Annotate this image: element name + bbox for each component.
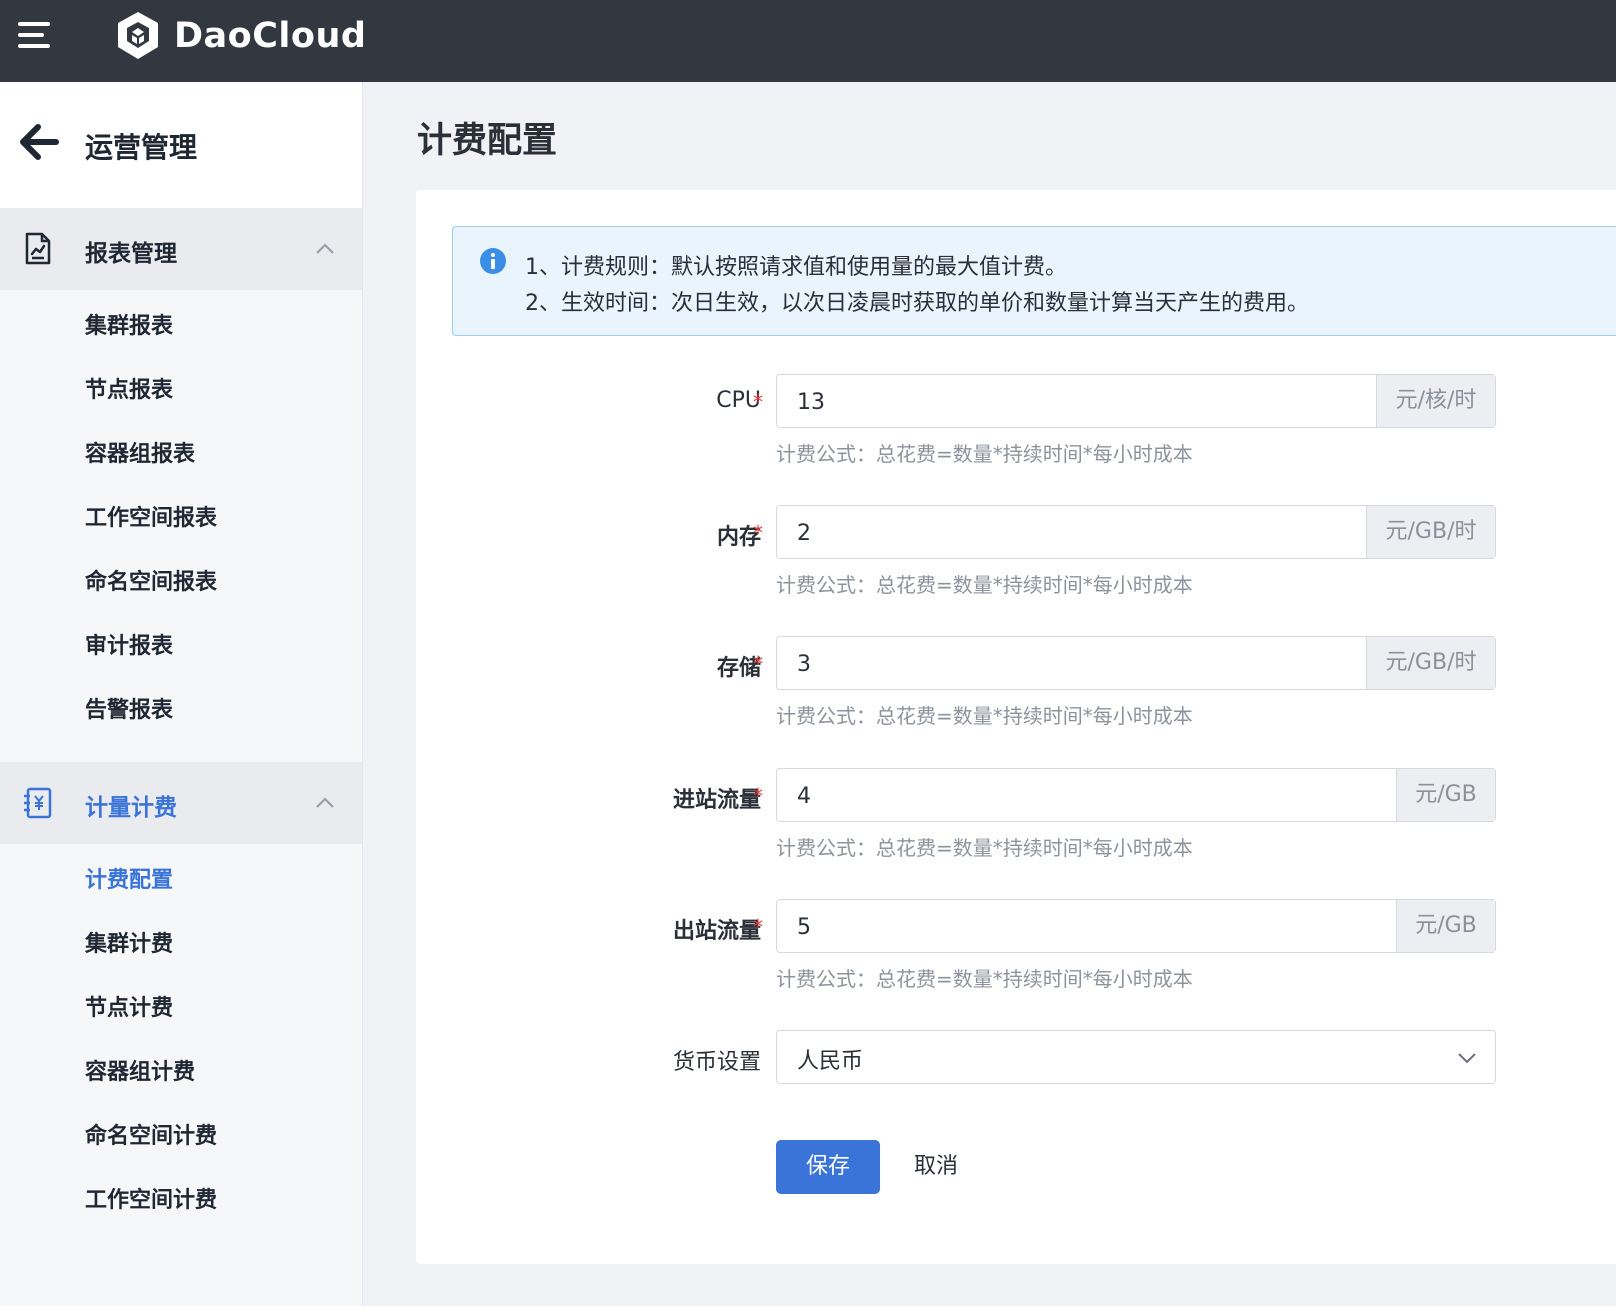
sidebar-group-reports[interactable]: 报表管理 [0, 208, 362, 290]
unit-suffix: 元/GB [1396, 769, 1495, 821]
sidebar-item-billing-config[interactable]: 计费配置 [85, 862, 173, 894]
form-row-egress: 出站流量 * 元/GB 计费公式：总花费=数量*持续时间*每小时成本 [416, 899, 1616, 1029]
unit-suffix: 元/核/时 [1376, 375, 1495, 427]
cancel-button[interactable]: 取消 [914, 1140, 984, 1194]
sidebar-group-billing[interactable]: 计量计费 [0, 762, 362, 844]
required-mark: * [753, 652, 763, 676]
ingress-price-field: 元/GB [776, 768, 1496, 823]
sidebar-item-namespace-billing[interactable]: 命名空间计费 [85, 1118, 217, 1150]
sidebar-item-pod-billing[interactable]: 容器组计费 [85, 1054, 195, 1086]
egress-price-input[interactable] [777, 900, 1389, 954]
billing-config-card: 1、计费规则：默认按照请求值和使用量的最大值计费。 2、生效时间：次日生效，以次… [416, 190, 1616, 1264]
back-arrow-icon[interactable] [18, 122, 60, 162]
currency-select[interactable]: 人民币 [776, 1030, 1496, 1084]
field-label: 进站流量 [672, 788, 761, 813]
form-row-memory: 内存 * 元/GB/时 计费公式：总花费=数量*持续时间*每小时成本 [416, 505, 1616, 635]
chevron-up-icon[interactable] [315, 796, 335, 810]
form-row-currency: 货币设置 人民币 [416, 1030, 1616, 1090]
storage-price-field: 元/GB/时 [776, 636, 1496, 691]
cpu-price-field: 元/核/时 [776, 374, 1496, 429]
memory-price-field: 元/GB/时 [776, 505, 1496, 560]
currency-value: 人民币 [797, 1049, 864, 1074]
sidebar-item-workspace-billing[interactable]: 工作空间计费 [85, 1182, 217, 1214]
sidebar-item-pod-report[interactable]: 容器组报表 [85, 436, 195, 468]
storage-price-input[interactable] [777, 637, 1359, 691]
required-mark: * [753, 915, 763, 939]
unit-suffix: 元/GB [1396, 900, 1495, 952]
daocloud-logo-icon [118, 12, 158, 59]
sidebar-item-cluster-report[interactable]: 集群报表 [85, 308, 173, 340]
alert-line-2: 2、生效时间：次日生效，以次日凌晨时获取的单价和数量计算当天产生的费用。 [525, 291, 1309, 316]
formula-hint: 计费公式：总花费=数量*持续时间*每小时成本 [776, 967, 1193, 991]
save-button[interactable]: 保存 [776, 1140, 880, 1194]
sidebar-group-label: 计量计费 [85, 795, 177, 821]
cpu-price-input[interactable] [777, 375, 1359, 429]
egress-price-field: 元/GB [776, 899, 1496, 954]
unit-suffix: 元/GB/时 [1366, 506, 1495, 558]
sidebar: 运营管理 报表管理 集群报表 节点报表 容器组报表 工作空间报表 命名空间报表 … [0, 82, 363, 1306]
memory-price-input[interactable] [777, 506, 1359, 560]
alert-line-1: 1、计费规则：默认按照请求值和使用量的最大值计费。 [525, 255, 1067, 280]
formula-hint: 计费公式：总花费=数量*持续时间*每小时成本 [776, 573, 1193, 597]
form-row-storage: 存储 * 元/GB/时 计费公式：总花费=数量*持续时间*每小时成本 [416, 636, 1616, 766]
brand-logo[interactable]: DaoCloud [114, 10, 366, 62]
top-bar: DaoCloud [0, 0, 1616, 82]
required-mark: * [753, 784, 763, 808]
info-alert: 1、计费规则：默认按照请求值和使用量的最大值计费。 2、生效时间：次日生效，以次… [452, 226, 1616, 336]
sidebar-title: 运营管理 [85, 131, 198, 164]
unit-suffix: 元/GB/时 [1366, 637, 1495, 689]
field-label: 出站流量 [672, 919, 761, 944]
formula-hint: 计费公式：总花费=数量*持续时间*每小时成本 [776, 704, 1193, 728]
sidebar-item-namespace-report[interactable]: 命名空间报表 [85, 564, 217, 596]
brand-name: DaoCloud [174, 16, 367, 56]
formula-hint: 计费公式：总花费=数量*持续时间*每小时成本 [776, 836, 1193, 860]
sidebar-item-audit-report[interactable]: 审计报表 [85, 628, 173, 660]
form-row-ingress: 进站流量 * 元/GB 计费公式：总花费=数量*持续时间*每小时成本 [416, 768, 1616, 898]
chevron-up-icon[interactable] [315, 242, 335, 256]
hamburger-icon[interactable] [18, 22, 54, 52]
required-mark: * [753, 390, 763, 414]
ingress-price-input[interactable] [777, 769, 1389, 823]
field-label: 货币设置 [672, 1050, 761, 1075]
sidebar-item-workspace-report[interactable]: 工作空间报表 [85, 500, 217, 532]
chevron-down-icon [1458, 1053, 1476, 1064]
billing-icon [24, 787, 52, 819]
info-icon [480, 248, 506, 274]
formula-hint: 计费公式：总花费=数量*持续时间*每小时成本 [776, 442, 1193, 466]
sidebar-back-row[interactable]: 运营管理 [0, 82, 362, 208]
sidebar-item-node-billing[interactable]: 节点计费 [85, 990, 173, 1022]
required-mark: * [753, 521, 763, 545]
sidebar-item-node-report[interactable]: 节点报表 [85, 372, 173, 404]
sidebar-group-label: 报表管理 [85, 241, 177, 267]
sidebar-item-alert-report[interactable]: 告警报表 [85, 692, 173, 724]
report-icon [25, 232, 51, 265]
sidebar-item-cluster-billing[interactable]: 集群计费 [85, 926, 173, 958]
page-title: 计费配置 [417, 121, 558, 161]
form-row-cpu: CPU * 元/核/时 计费公式：总花费=数量*持续时间*每小时成本 [416, 374, 1616, 504]
